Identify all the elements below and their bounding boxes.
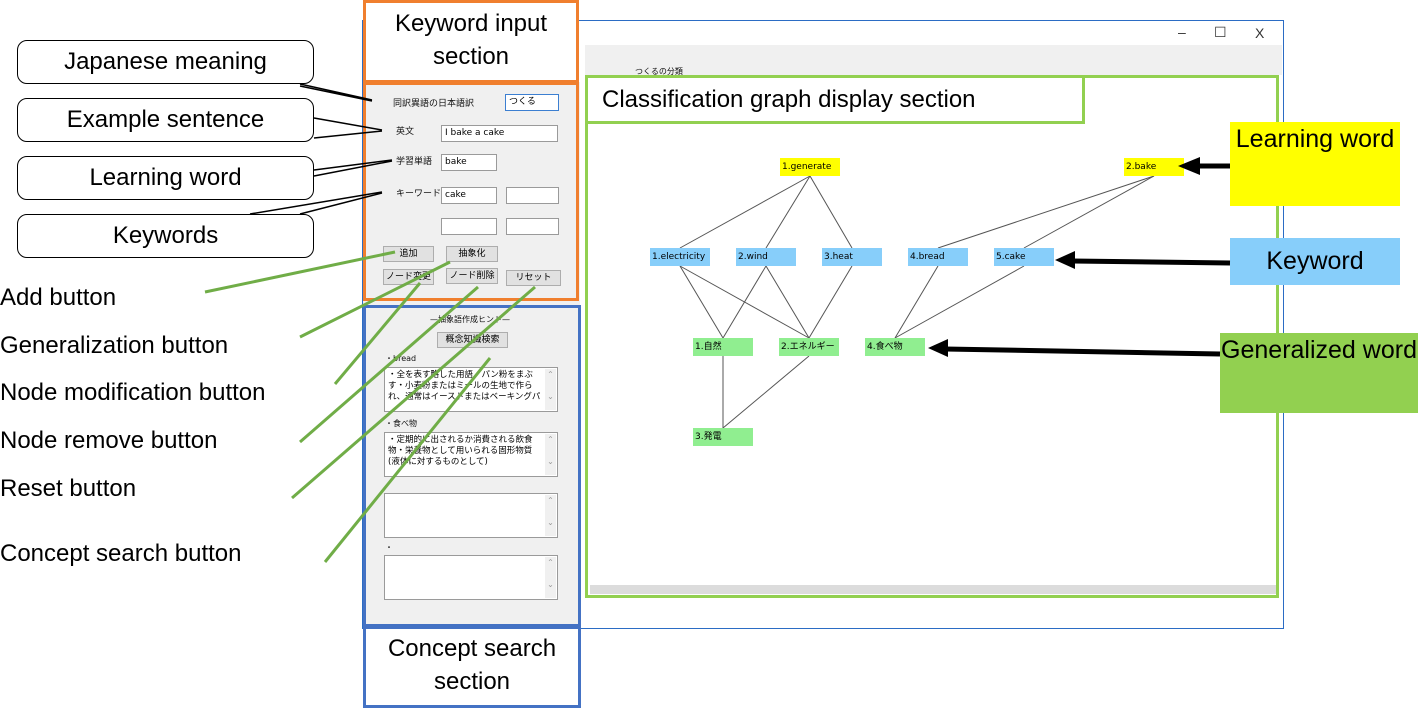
keyword-input-section-title: Keyword input section bbox=[366, 7, 576, 73]
callout-example-sentence: Example sentence bbox=[17, 98, 314, 142]
callout-japanese-meaning: Japanese meaning bbox=[17, 40, 314, 84]
legend-generalized-word: Generalized word bbox=[1220, 333, 1418, 413]
label-add-button: Add button bbox=[0, 284, 117, 311]
label-node-remove-button: Node remove button bbox=[0, 427, 218, 454]
concept-search-section-frame bbox=[363, 305, 581, 627]
callout-learning-word: Learning word bbox=[17, 156, 314, 200]
label-generalization-button: Generalization button bbox=[0, 332, 229, 359]
label-reset-button: Reset button bbox=[0, 475, 137, 502]
concept-search-section-title: Concept search section bbox=[387, 635, 557, 695]
callout-keywords: Keywords bbox=[17, 214, 314, 258]
label-concept-search-button: Concept search button bbox=[0, 540, 242, 567]
legend-keyword: Keyword bbox=[1230, 238, 1400, 285]
legend-learning-word: Learning word bbox=[1230, 122, 1400, 206]
keyword-input-section-frame bbox=[363, 82, 579, 301]
label-node-modification-button: Node modification button bbox=[0, 379, 266, 406]
graph-section-frame bbox=[585, 75, 1279, 598]
graph-section-title: Classification graph display section bbox=[585, 75, 1085, 124]
